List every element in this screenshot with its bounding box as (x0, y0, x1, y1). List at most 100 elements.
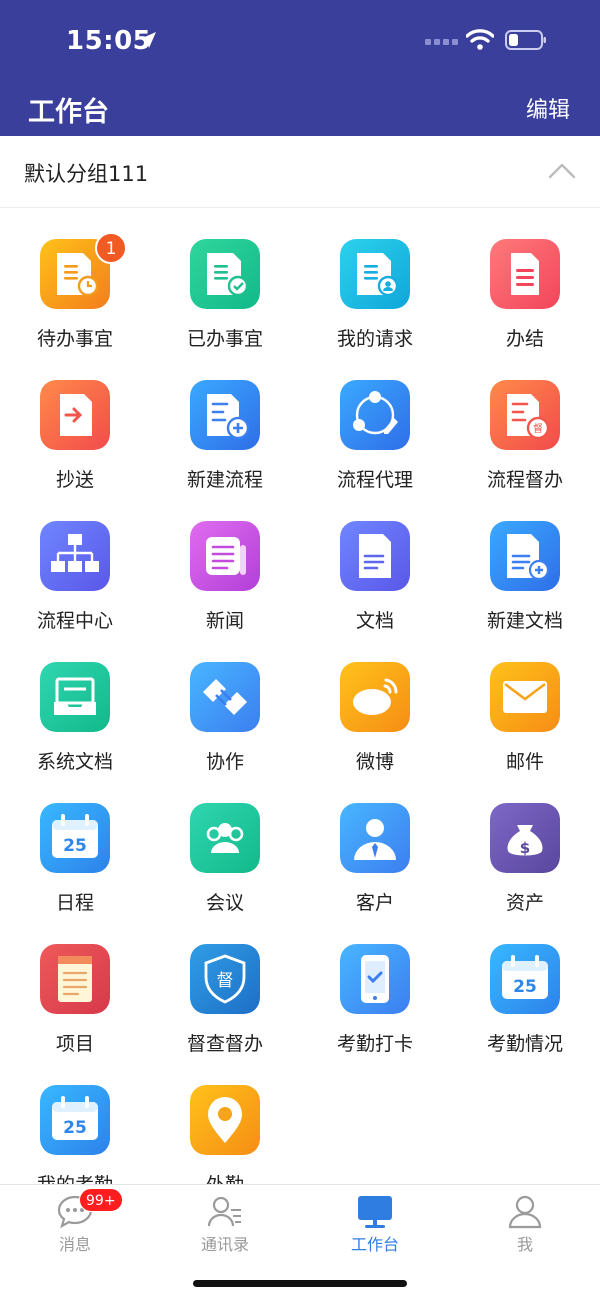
app-tile[interactable]: 新建文档 (450, 490, 600, 632)
app-label: 流程中心 (36, 610, 113, 632)
org-tree-icon (40, 521, 110, 591)
tab-label: 消息 (58, 1235, 91, 1254)
app-tile[interactable]: 督督查督办 (150, 913, 300, 1055)
page-title: 工作台 (28, 97, 109, 128)
app-tile[interactable]: 协作 (150, 631, 300, 773)
nav-bar: 工作台 编辑 (0, 80, 600, 136)
app-label: 督查督办 (186, 1033, 263, 1055)
app-tile[interactable]: 办结 (450, 208, 600, 350)
customer-icon (340, 803, 410, 873)
app-tile[interactable]: 1 待办事宜 (0, 208, 150, 350)
app-tile[interactable]: 流程中心 (0, 490, 150, 632)
tab-item[interactable]: 我 (450, 1185, 600, 1257)
app-tile[interactable]: 系统文档 (0, 631, 150, 773)
app-label: 文档 (355, 610, 394, 632)
app-label: 系统文档 (36, 751, 113, 773)
app-tile[interactable]: 客户 (300, 772, 450, 914)
new-document-icon (490, 521, 560, 591)
app-label: 项目 (55, 1033, 94, 1055)
flow-agent-icon (340, 380, 410, 450)
app-tile[interactable]: 会议 (150, 772, 300, 914)
app-label: 邮件 (505, 751, 544, 773)
inbox-tray-icon (40, 662, 110, 732)
app-root: 15:05 工作台 编辑 默认分组111 1 待办事宜 已办事宜 我的请求 办结… (0, 0, 600, 1300)
app-tile[interactable]: 项目 (0, 913, 150, 1055)
app-tile[interactable]: 外勤 (150, 1054, 300, 1184)
chevron-up-icon[interactable] (548, 162, 576, 180)
app-label: 新闻 (205, 610, 244, 632)
request-doc-user-icon (340, 239, 410, 309)
app-tile[interactable]: 督流程督办 (450, 349, 600, 491)
app-tile[interactable]: 考勤打卡 (300, 913, 450, 1055)
svg-text:25: 25 (63, 836, 87, 856)
app-tile[interactable]: 邮件 (450, 631, 600, 773)
app-label: 新建流程 (186, 469, 263, 491)
tab-label: 工作台 (350, 1235, 399, 1254)
app-label: 我的考勤 (0, 1170, 150, 1184)
app-tile[interactable]: 25 日程 (0, 772, 150, 914)
edit-button[interactable]: 编辑 (526, 92, 570, 124)
workbench-monitor-icon (358, 1196, 392, 1228)
calendar-icon: 25 (490, 944, 560, 1014)
app-label: 新建文档 (486, 610, 563, 632)
app-label: 外勤 (150, 1170, 300, 1184)
app-label: 协作 (205, 751, 244, 773)
tab-label: 我 (516, 1235, 533, 1254)
app-label: 资产 (505, 892, 544, 914)
document-icon (340, 521, 410, 591)
flow-supervise-icon: 督 (490, 380, 560, 450)
tab-item[interactable]: 通讯录 (150, 1185, 300, 1257)
svg-text:督: 督 (533, 422, 543, 435)
app-tile[interactable]: 25 考勤情况 (450, 913, 600, 1055)
app-tile[interactable]: $ 资产 (450, 772, 600, 914)
meeting-people-icon (190, 803, 260, 873)
tab-item[interactable]: 工作台 (300, 1185, 450, 1257)
weibo-icon (340, 662, 410, 732)
home-indicator (193, 1280, 407, 1287)
group-title: 默认分组111 (24, 162, 149, 186)
unread-badge: 99+ (79, 1188, 123, 1212)
app-tile[interactable]: 新闻 (150, 490, 300, 632)
battery-icon (505, 30, 546, 50)
newspaper-icon (190, 521, 260, 591)
location-pin-icon (190, 1085, 260, 1155)
app-label: 会议 (205, 892, 244, 914)
profile-icon (508, 1195, 542, 1229)
app-label: 考勤打卡 (336, 1033, 413, 1055)
calendar-icon: 25 (40, 803, 110, 873)
svg-text:督: 督 (217, 971, 234, 991)
mail-envelope-icon (490, 662, 560, 732)
app-grid: 1 待办事宜已办事宜 我的请求 办结抄送 新建流程 流程代理 督流程督办流程中心 新闻 文档 新建… (0, 208, 600, 1184)
app-label: 流程代理 (336, 469, 413, 491)
shield-supervise-icon: 督 (190, 944, 260, 1014)
wifi-icon (466, 29, 494, 50)
app-tile[interactable]: 抄送 (0, 349, 150, 491)
group-header[interactable]: 默认分组111 (0, 136, 600, 208)
app-tile[interactable]: 我的请求 (300, 208, 450, 350)
app-label: 我的请求 (336, 328, 413, 350)
calendar-icon: 25 (40, 1085, 110, 1155)
svg-text:25: 25 (63, 1118, 87, 1138)
tab-label: 通讯录 (200, 1235, 249, 1254)
app-tile[interactable]: 25 我的考勤 (0, 1054, 150, 1184)
status-bar: 15:05 (0, 0, 600, 80)
handshake-icon (190, 662, 260, 732)
cellular-signal-icon (425, 39, 458, 45)
done-doc-check-icon (190, 239, 260, 309)
app-tile[interactable]: 流程代理 (300, 349, 450, 491)
new-flow-plus-icon (190, 380, 260, 450)
app-tile[interactable]: 文档 (300, 490, 450, 632)
app-label: 抄送 (55, 469, 94, 491)
notepad-icon (40, 944, 110, 1014)
cc-doc-arrow-icon (40, 380, 110, 450)
app-label: 已办事宜 (186, 328, 263, 350)
notification-badge: 1 (95, 232, 127, 264)
app-label: 考勤情况 (486, 1033, 563, 1055)
app-tile[interactable]: 微博 (300, 631, 450, 773)
tab-item[interactable]: 99+ 消息 (0, 1185, 150, 1257)
app-label: 客户 (355, 892, 394, 914)
app-label: 微博 (355, 751, 394, 773)
app-tile[interactable]: 已办事宜 (150, 208, 300, 350)
app-tile[interactable]: 新建流程 (150, 349, 300, 491)
contacts-icon (207, 1196, 241, 1227)
